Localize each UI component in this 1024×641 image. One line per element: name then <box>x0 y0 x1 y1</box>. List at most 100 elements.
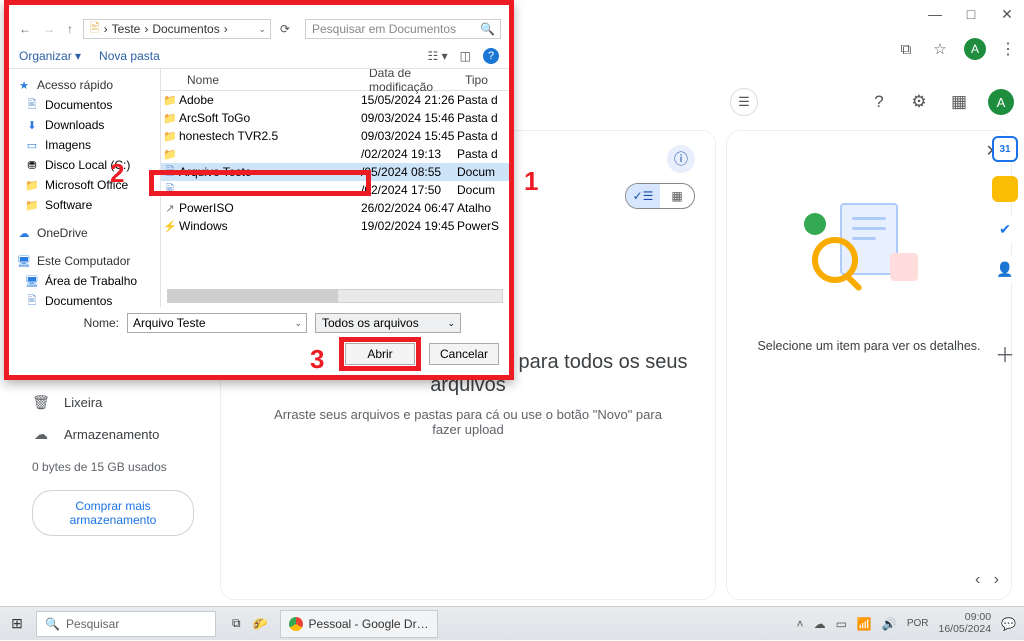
file-date: 26/02/2024 06:47 <box>361 201 457 215</box>
start-button[interactable]: ⊞ <box>0 607 34 641</box>
tree-item[interactable]: 🖹Documentos <box>9 95 160 115</box>
account-avatar[interactable]: A <box>988 89 1014 115</box>
taskbar-pin-icon[interactable]: 🌮 <box>247 617 274 631</box>
taskbar: ⊞ 🔍 Pesquisar ⧉ 🌮 Pessoal - Google Dr… ˄… <box>0 606 1024 640</box>
annotation-highlight <box>149 170 371 196</box>
file-row[interactable]: 📁Adobe15/05/2024 21:26Pasta d <box>161 91 509 109</box>
lnk-icon: ↗ <box>161 202 179 215</box>
breadcrumb-root[interactable]: Teste <box>112 22 141 36</box>
window-minimize[interactable]: — <box>928 6 942 23</box>
tray-chevron-icon[interactable]: ˄ <box>797 617 804 631</box>
file-type: Pasta d <box>457 129 509 143</box>
sidebar-item-storage[interactable]: ☁ Armazenamento <box>18 418 208 450</box>
list-view-icon[interactable]: ✓☰ <box>626 184 660 208</box>
browser-menu-icon[interactable]: ⋮ <box>1000 39 1016 59</box>
tray-network-icon[interactable]: 📶 <box>857 617 872 631</box>
window-maximize[interactable]: □ <box>964 6 978 23</box>
filename-label: Nome: <box>79 316 119 330</box>
file-row[interactable]: 📁honestech TVR2.509/03/2024 15:45Pasta d <box>161 127 509 145</box>
tree-item[interactable]: 🖥Área de Trabalho <box>9 271 160 291</box>
storage-usage-text: 0 bytes de 15 GB usados <box>18 450 208 484</box>
panel-collapse-icon[interactable]: ‹ › <box>975 571 999 589</box>
dialog-search-input[interactable]: Pesquisar em Documentos 🔍 <box>305 19 501 39</box>
install-icon[interactable]: ⧉ <box>896 39 916 59</box>
file-name: Adobe <box>179 93 361 107</box>
settings-gear-icon[interactable]: ⚙ <box>908 91 930 113</box>
contacts-addon-icon[interactable]: 👤 <box>992 256 1018 282</box>
open-button[interactable]: Abrir <box>345 343 415 365</box>
breadcrumb-folder[interactable]: Documentos <box>152 22 219 36</box>
file-row[interactable]: 📁ArcSoft ToGo09/03/2024 15:46Pasta d <box>161 109 509 127</box>
help-icon[interactable]: ? <box>483 48 499 64</box>
sidebar-item-trash[interactable]: 🗑 Lixeira <box>18 386 208 418</box>
tray-lang-icon[interactable]: POR <box>907 618 929 629</box>
nav-up-icon[interactable]: ↑ <box>65 22 75 36</box>
tree-item[interactable]: 📁Software <box>9 195 160 215</box>
trash-icon: 🗑 <box>32 394 50 411</box>
bookmark-star-icon[interactable]: ☆ <box>930 39 950 59</box>
search-icon: 🔍 <box>45 617 60 631</box>
file-date: /05/2024 08:55 <box>361 165 457 179</box>
window-close[interactable]: ✕ <box>1000 6 1014 23</box>
buy-storage-button[interactable]: Comprar mais armazenamento <box>32 490 194 536</box>
view-mode-icon[interactable]: ☷ ▾ <box>428 49 448 63</box>
tree-item[interactable]: 🖹Documentos <box>9 291 160 307</box>
tree-this-pc[interactable]: 🖥Este Computador <box>9 251 160 271</box>
tree-item[interactable]: ⬇Downloads <box>9 115 160 135</box>
tray-notifications-icon[interactable]: 💬 <box>1001 617 1016 631</box>
task-view-icon[interactable]: ⧉ <box>226 616 247 631</box>
apps-grid-icon[interactable]: ▦ <box>948 91 970 113</box>
search-icon: 🔍 <box>480 22 495 36</box>
file-type: Docum <box>457 165 509 179</box>
tree-quick-access[interactable]: ★ Acesso rápido <box>9 75 160 95</box>
nav-forward-icon[interactable]: → <box>41 22 57 36</box>
callout-1: 1 <box>524 166 538 197</box>
file-name: ArcSoft ToGo <box>179 111 361 125</box>
organize-menu[interactable]: Organizar ▾ <box>19 49 81 63</box>
tray-volume-icon[interactable]: 🔊 <box>882 617 897 631</box>
grid-view-icon[interactable]: ▦ <box>660 184 694 208</box>
refresh-icon[interactable]: ⟳ <box>280 22 290 36</box>
file-row[interactable]: ⚡Windows19/02/2024 19:45PowerS <box>161 217 509 235</box>
horizontal-scrollbar[interactable] <box>167 289 503 303</box>
new-folder-button[interactable]: Nova pasta <box>99 49 160 63</box>
add-addon-icon[interactable]: ＋ <box>992 340 1018 366</box>
file-row[interactable]: ↗PowerISO26/02/2024 06:47Atalho <box>161 199 509 217</box>
breadcrumb[interactable]: 🖹 › Teste › Documentos › ⌄ ⟳ <box>83 19 271 39</box>
hero-subtitle: Arraste seus arquivos e pastas para cá o… <box>268 407 668 437</box>
view-switch[interactable]: ✓☰ ▦ <box>625 183 695 209</box>
calendar-addon-icon[interactable]: 31 <box>992 136 1018 162</box>
tree-item[interactable]: ⛃Disco Local (C:) <box>9 155 160 175</box>
file-name: PowerISO <box>179 201 361 215</box>
file-date: 09/03/2024 15:46 <box>361 111 457 125</box>
file-row[interactable]: 📁/02/2024 19:13Pasta d <box>161 145 509 163</box>
preview-pane-icon[interactable]: ◫ <box>460 49 471 63</box>
filename-input[interactable]: Arquivo Teste ⌄ <box>127 313 307 333</box>
taskbar-app-chrome[interactable]: Pessoal - Google Dr… <box>280 610 438 638</box>
keep-addon-icon[interactable] <box>992 176 1018 202</box>
tray-onedrive-icon[interactable]: ☁ <box>814 617 826 631</box>
cloud-icon: ☁ <box>32 426 50 443</box>
details-empty-text: Selecione um item para ver os detalhes. <box>739 339 999 353</box>
column-date[interactable]: Data de modificação <box>361 69 457 94</box>
info-badge-icon[interactable]: ⓘ <box>667 145 695 173</box>
folder-icon: 📁 <box>161 112 179 125</box>
tree-item[interactable]: 📁Microsoft Office <box>9 175 160 195</box>
file-type: Pasta d <box>457 93 509 107</box>
tray-battery-icon[interactable]: ▭ <box>836 617 847 631</box>
column-name[interactable]: Nome <box>161 73 361 87</box>
callout-3: 3 <box>310 344 324 375</box>
tasks-addon-icon[interactable]: ✔ <box>992 216 1018 242</box>
cancel-button[interactable]: Cancelar <box>429 343 499 365</box>
column-type[interactable]: Tipo <box>457 73 509 87</box>
tree-item[interactable]: ▭Imagens <box>9 135 160 155</box>
help-icon[interactable]: ? <box>868 91 890 113</box>
folder-tree[interactable]: ★ Acesso rápido 🖹Documentos ⬇Downloads ▭… <box>9 69 161 307</box>
profile-avatar[interactable]: A <box>964 38 986 60</box>
taskbar-clock[interactable]: 09:00 16/05/2024 <box>938 612 991 634</box>
tree-onedrive[interactable]: ☁OneDrive <box>9 223 160 243</box>
taskbar-search[interactable]: 🔍 Pesquisar <box>36 611 216 637</box>
nav-back-icon[interactable]: ← <box>17 22 33 36</box>
search-filters-button[interactable]: ☰ <box>730 88 758 116</box>
file-type-filter[interactable]: Todos os arquivos ⌄ <box>315 313 461 333</box>
